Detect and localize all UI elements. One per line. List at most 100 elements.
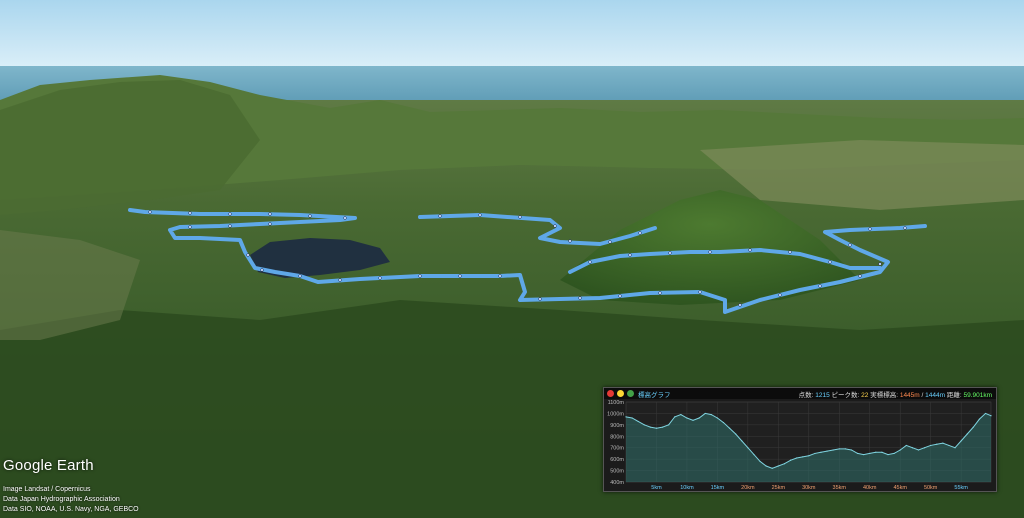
elevation-point — [710, 413, 712, 416]
x-tick-label: 10km — [680, 485, 694, 491]
elevation-point — [923, 447, 926, 449]
y-tick-label: 700m — [610, 446, 624, 452]
elevation-point — [869, 452, 871, 455]
x-tick-label: 45km — [893, 485, 907, 491]
elevation-point — [637, 420, 639, 423]
elevation-point — [802, 456, 804, 458]
elevation-point — [954, 447, 956, 449]
y-tick-label: 600m — [610, 457, 624, 463]
y-tick-label: 900m — [610, 423, 624, 429]
elevation-point — [942, 442, 944, 444]
elevation-point — [765, 465, 767, 467]
elevation-point — [668, 424, 670, 426]
elevation-point — [832, 449, 834, 451]
elevation-point — [759, 460, 761, 463]
panel-stats: 点数: 1215 ピーク数: 22 実標標高: 1445m / 1444m 距離… — [799, 389, 992, 399]
elevation-max: 1445m — [899, 392, 920, 399]
elevation-point — [820, 451, 822, 453]
panel-titlebar[interactable]: 標高グラフ 点数: 1215 ピーク数: 22 実標標高: 1445m / 14… — [604, 388, 996, 399]
elevation-point — [948, 444, 950, 447]
elevation-separator: / — [921, 392, 924, 399]
elevation-point — [680, 413, 682, 416]
elevation-point — [808, 455, 810, 457]
elevation-point — [783, 463, 786, 465]
y-tick-label: 1000m — [607, 411, 624, 417]
google-earth-logo: Google Earth — [3, 457, 94, 474]
elevation-point — [844, 448, 846, 450]
elevation-point — [814, 452, 816, 455]
elevation-profile-panel[interactable]: 標高グラフ 点数: 1215 ピーク数: 22 実標標高: 1445m / 14… — [603, 387, 997, 492]
elevation-point — [716, 417, 719, 419]
elevation-point — [741, 440, 743, 442]
close-icon[interactable] — [607, 390, 614, 397]
elevation-point — [893, 452, 895, 455]
x-tick-label: 40km — [863, 485, 877, 491]
elevation-point — [978, 418, 981, 420]
maximize-icon[interactable] — [627, 390, 634, 397]
elevation-point — [796, 457, 798, 459]
elevation-point — [960, 440, 962, 442]
panel-title: 標高グラフ — [638, 392, 671, 399]
elevation-point — [911, 447, 913, 449]
elevation-point — [674, 416, 676, 418]
y-tick-label: 500m — [610, 469, 624, 475]
elevation-point — [661, 426, 664, 428]
elevation-point — [728, 427, 731, 429]
elevation-point — [826, 450, 828, 452]
elevation-point — [625, 416, 627, 418]
elevation-point — [747, 447, 749, 449]
elevation-point — [972, 426, 974, 428]
elevation-point — [704, 412, 706, 415]
peaks-value: 22 — [861, 392, 869, 399]
elevation-point — [856, 452, 859, 455]
elevation-point — [722, 421, 725, 424]
points-label: 点数: — [798, 392, 814, 399]
elevation-point — [936, 443, 938, 445]
elevation-point — [863, 453, 865, 456]
x-tick-label: 35km — [833, 485, 847, 491]
elevation-point — [887, 453, 889, 456]
data-credit-sio: Data SIO, NOAA, U.S. Navy, NGA, GEBCO — [3, 506, 139, 513]
peaks-label: ピーク数: — [831, 392, 860, 399]
elevation-point — [643, 424, 645, 426]
x-tick-label: 50km — [924, 485, 938, 491]
elevation-point — [984, 412, 987, 415]
minimize-icon[interactable] — [617, 390, 624, 397]
elevation-point — [655, 427, 658, 429]
elevation-label: 実標標高: — [870, 392, 899, 399]
y-tick-label: 800m — [610, 434, 624, 440]
elevation-point — [905, 444, 907, 447]
elevation-point — [753, 453, 755, 456]
elevation-point — [899, 449, 901, 451]
elevation-max-2: 1444m — [925, 392, 946, 399]
elevation-point — [917, 449, 920, 451]
imagery-credit: Image Landsat / Copernicus — [3, 486, 91, 493]
elevation-point — [850, 449, 853, 451]
elevation-point — [649, 426, 651, 428]
elevation-point — [966, 433, 968, 435]
elevation-point — [698, 417, 700, 419]
x-tick-label: 30km — [802, 485, 816, 491]
y-tick-label: 400m — [610, 480, 624, 486]
elevation-point — [735, 433, 737, 435]
elevation-point — [930, 444, 932, 447]
elevation-point — [631, 417, 633, 419]
distance-label: 距離: — [946, 392, 962, 399]
elevation-point — [990, 415, 992, 417]
x-tick-label: 20km — [741, 485, 755, 491]
elevation-point — [686, 417, 688, 419]
elevation-chart[interactable]: 400m 500m 600m 700m 800m 900m 1000m 1100m 5km 10k… — [604, 399, 996, 491]
data-credit-jha: Data Japan Hydrographic Association — [3, 496, 120, 503]
elevation-point — [777, 465, 779, 467]
x-tick-label: 15km — [711, 485, 725, 491]
elevation-point — [875, 451, 877, 453]
elevation-point — [789, 459, 792, 461]
elevation-point — [881, 451, 883, 453]
x-tick-label: 5km — [651, 485, 662, 491]
y-tick-label: 1100m — [608, 400, 625, 406]
distance-value: 59.901km — [963, 392, 992, 399]
x-tick-label: 55km — [954, 485, 968, 491]
elevation-point — [692, 419, 694, 421]
elevation-point — [771, 467, 773, 469]
elevation-point — [838, 448, 840, 450]
